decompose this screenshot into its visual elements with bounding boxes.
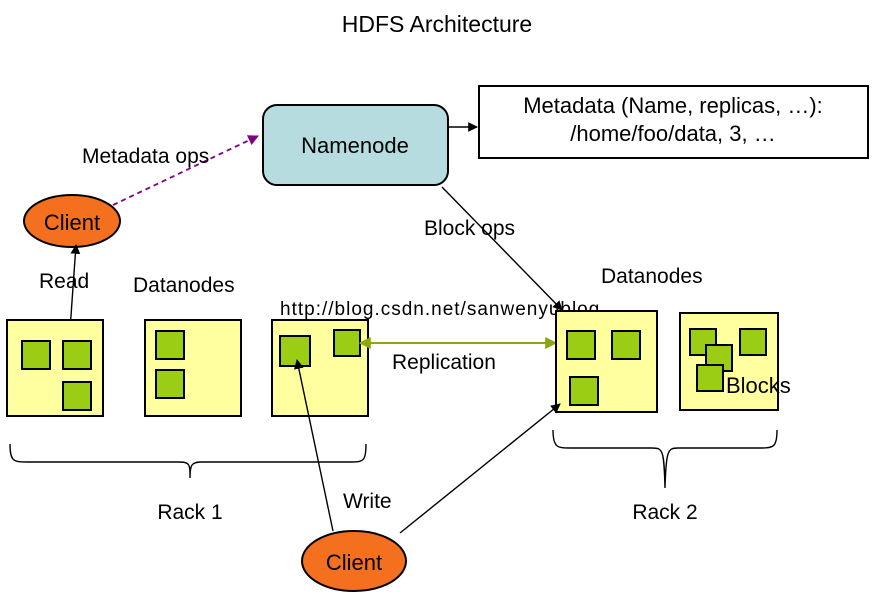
datanode-left-3[interactable] [271,319,369,417]
metadata-ops-label: Metadata ops [82,145,209,168]
datanode-left-1[interactable] [6,319,104,417]
block-ops-label: Block ops [424,217,515,240]
client-bottom-label: Client [326,550,382,575]
block [566,330,596,360]
metadata-line-1: Metadata (Name, replicas, …): [523,93,823,118]
datanode-left-2[interactable] [144,319,242,417]
block [569,376,599,406]
rack1-label: Rack 1 [157,501,222,524]
block [155,369,185,399]
client-top-label: Client [44,210,100,235]
namenode-label: Namenode [301,133,409,158]
write-label: Write [343,490,392,513]
block [279,335,311,367]
block [21,340,51,370]
block [62,381,92,411]
block [155,330,185,360]
rack2-label: Rack 2 [632,501,697,524]
block [696,364,724,392]
write-arrow-right [399,403,561,534]
read-label: Read [39,270,89,293]
page-title: HDFS Architecture [342,11,532,37]
block-ops-arrow [441,186,563,311]
watermark: http://blog.csdn.net/sanwenyublog [280,299,600,320]
block [611,330,641,360]
block [739,328,767,356]
datanode-right-1[interactable] [555,310,658,413]
metadata-line-2: /home/foo/data, 3, … [570,121,775,146]
block [62,340,92,370]
datanodes-left-label: Datanodes [133,274,235,297]
hdfs-architecture-diagram: HDFS Architecture http://blog.csdn.net/s… [0,0,874,604]
rack2-brace [552,429,778,489]
datanodes-right-label: Datanodes [601,265,703,288]
rack1-brace [9,443,367,479]
replication-label: Replication [392,351,496,374]
blocks-label: Blocks [726,373,791,398]
block [333,329,361,357]
